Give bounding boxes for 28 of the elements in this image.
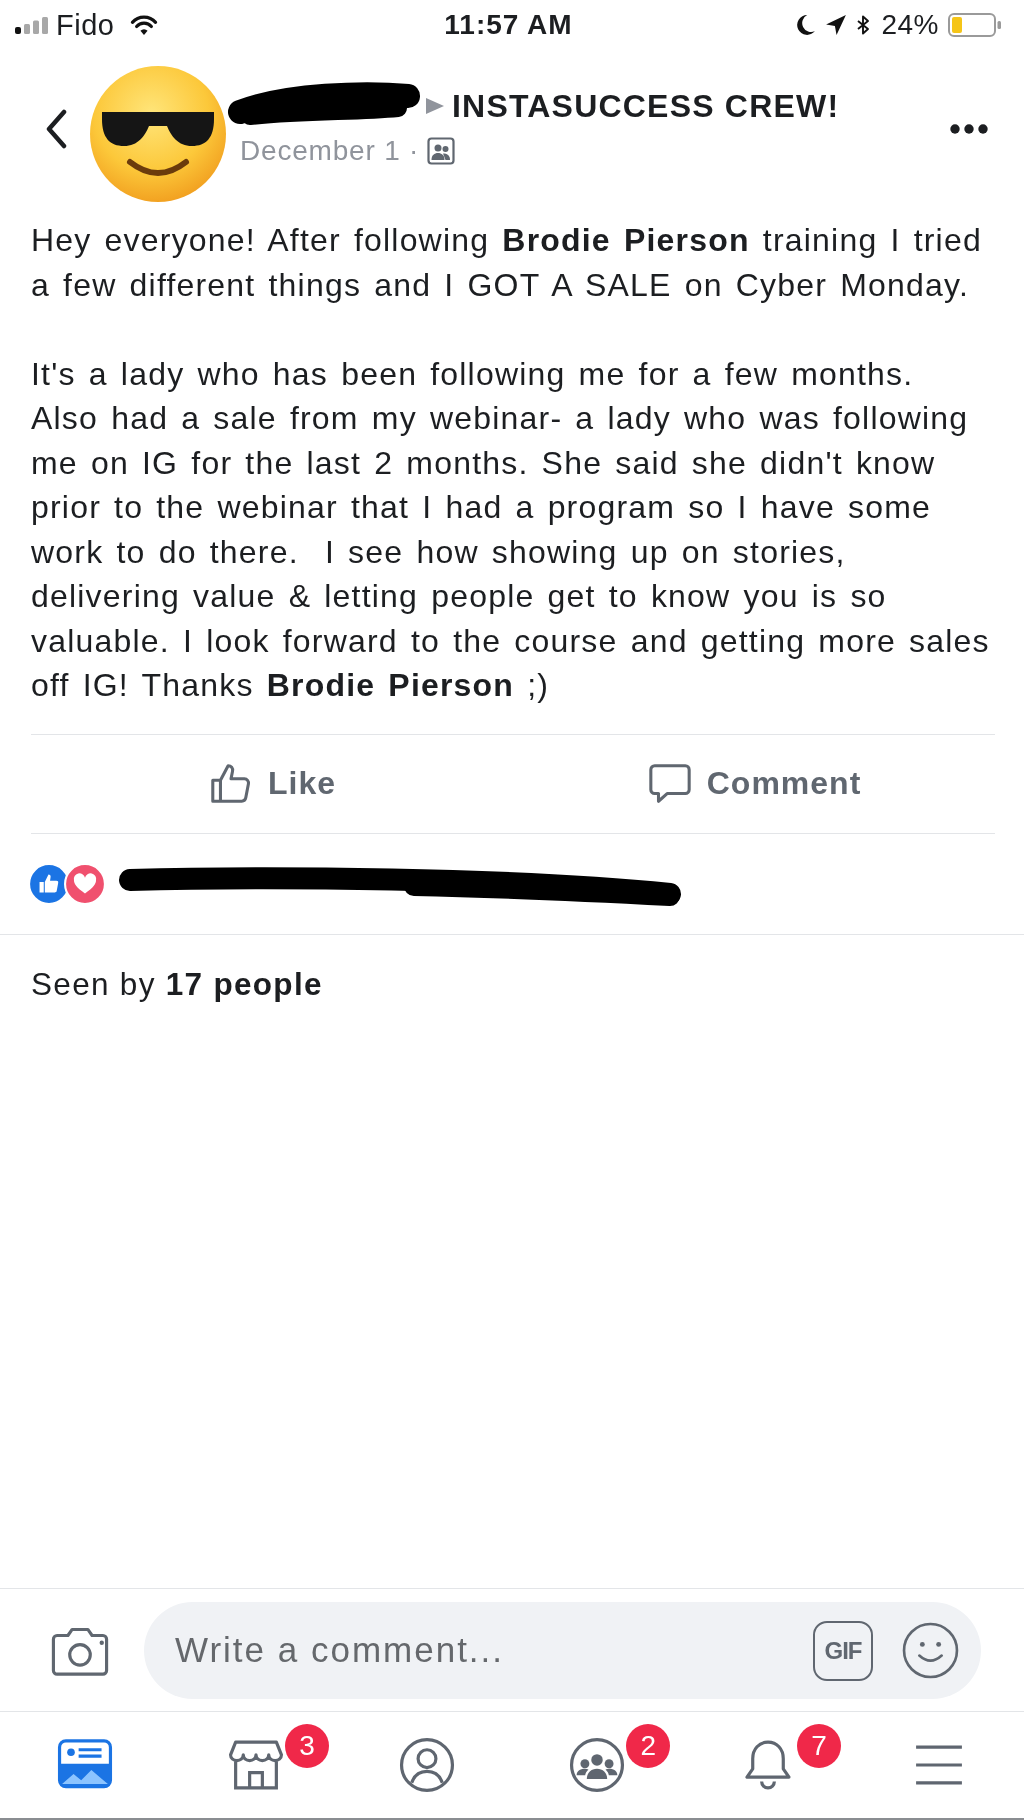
- signal-icon: [15, 16, 48, 34]
- like-button[interactable]: Like: [200, 754, 344, 813]
- gif-button[interactable]: GIF: [813, 1620, 873, 1681]
- post-paragraph: Hey everyone! After following Brodie Pierson training I tried a few different things and I GOT A SALE on Cyber Monday.: [31, 221, 983, 305]
- clock-time: 11:57 AM: [444, 9, 573, 41]
- post-date: December 1 ·: [240, 135, 420, 167]
- sunglasses-emoji-icon: [90, 66, 226, 202]
- seen-by-text: Seen by 17 people: [31, 966, 323, 1003]
- group-icon: [427, 137, 456, 165]
- carrier-name: Fido: [56, 8, 115, 42]
- groups-icon[interactable]: [569, 1737, 626, 1793]
- group-name[interactable]: INSTASUCCESS CREW!: [452, 87, 840, 125]
- love-reaction-icon: [64, 862, 106, 905]
- profile-icon[interactable]: [398, 1737, 455, 1793]
- battery-percent: 24%: [881, 9, 939, 41]
- battery-icon: [948, 13, 1002, 37]
- location-arrow-icon: [825, 14, 848, 36]
- triangle-icon: [424, 96, 444, 116]
- bluetooth-icon: [856, 14, 871, 36]
- notification-badge: 3: [285, 1724, 329, 1768]
- emoji-icon[interactable]: [902, 1621, 959, 1679]
- back-icon[interactable]: [44, 109, 68, 149]
- notification-badge: 2: [626, 1724, 671, 1768]
- post-paragraph: It's a lady who has been following me for a few months. Also had a sale from my webinar- a lady who was following me on IG for the last 2 months. She said she didn't know prior to the webinar that I had a program so I have some work to do there. I see how showing up on stories, delivering value & letting people get to know you is so valuable. I look forward to the course and getting more sales off IG! Thanks Brodie Pierson ;): [31, 354, 991, 705]
- more-options-icon[interactable]: [950, 124, 988, 134]
- comment-button[interactable]: Comment: [638, 754, 870, 813]
- notification-badge: 7: [797, 1724, 841, 1768]
- wifi-icon: [130, 15, 159, 35]
